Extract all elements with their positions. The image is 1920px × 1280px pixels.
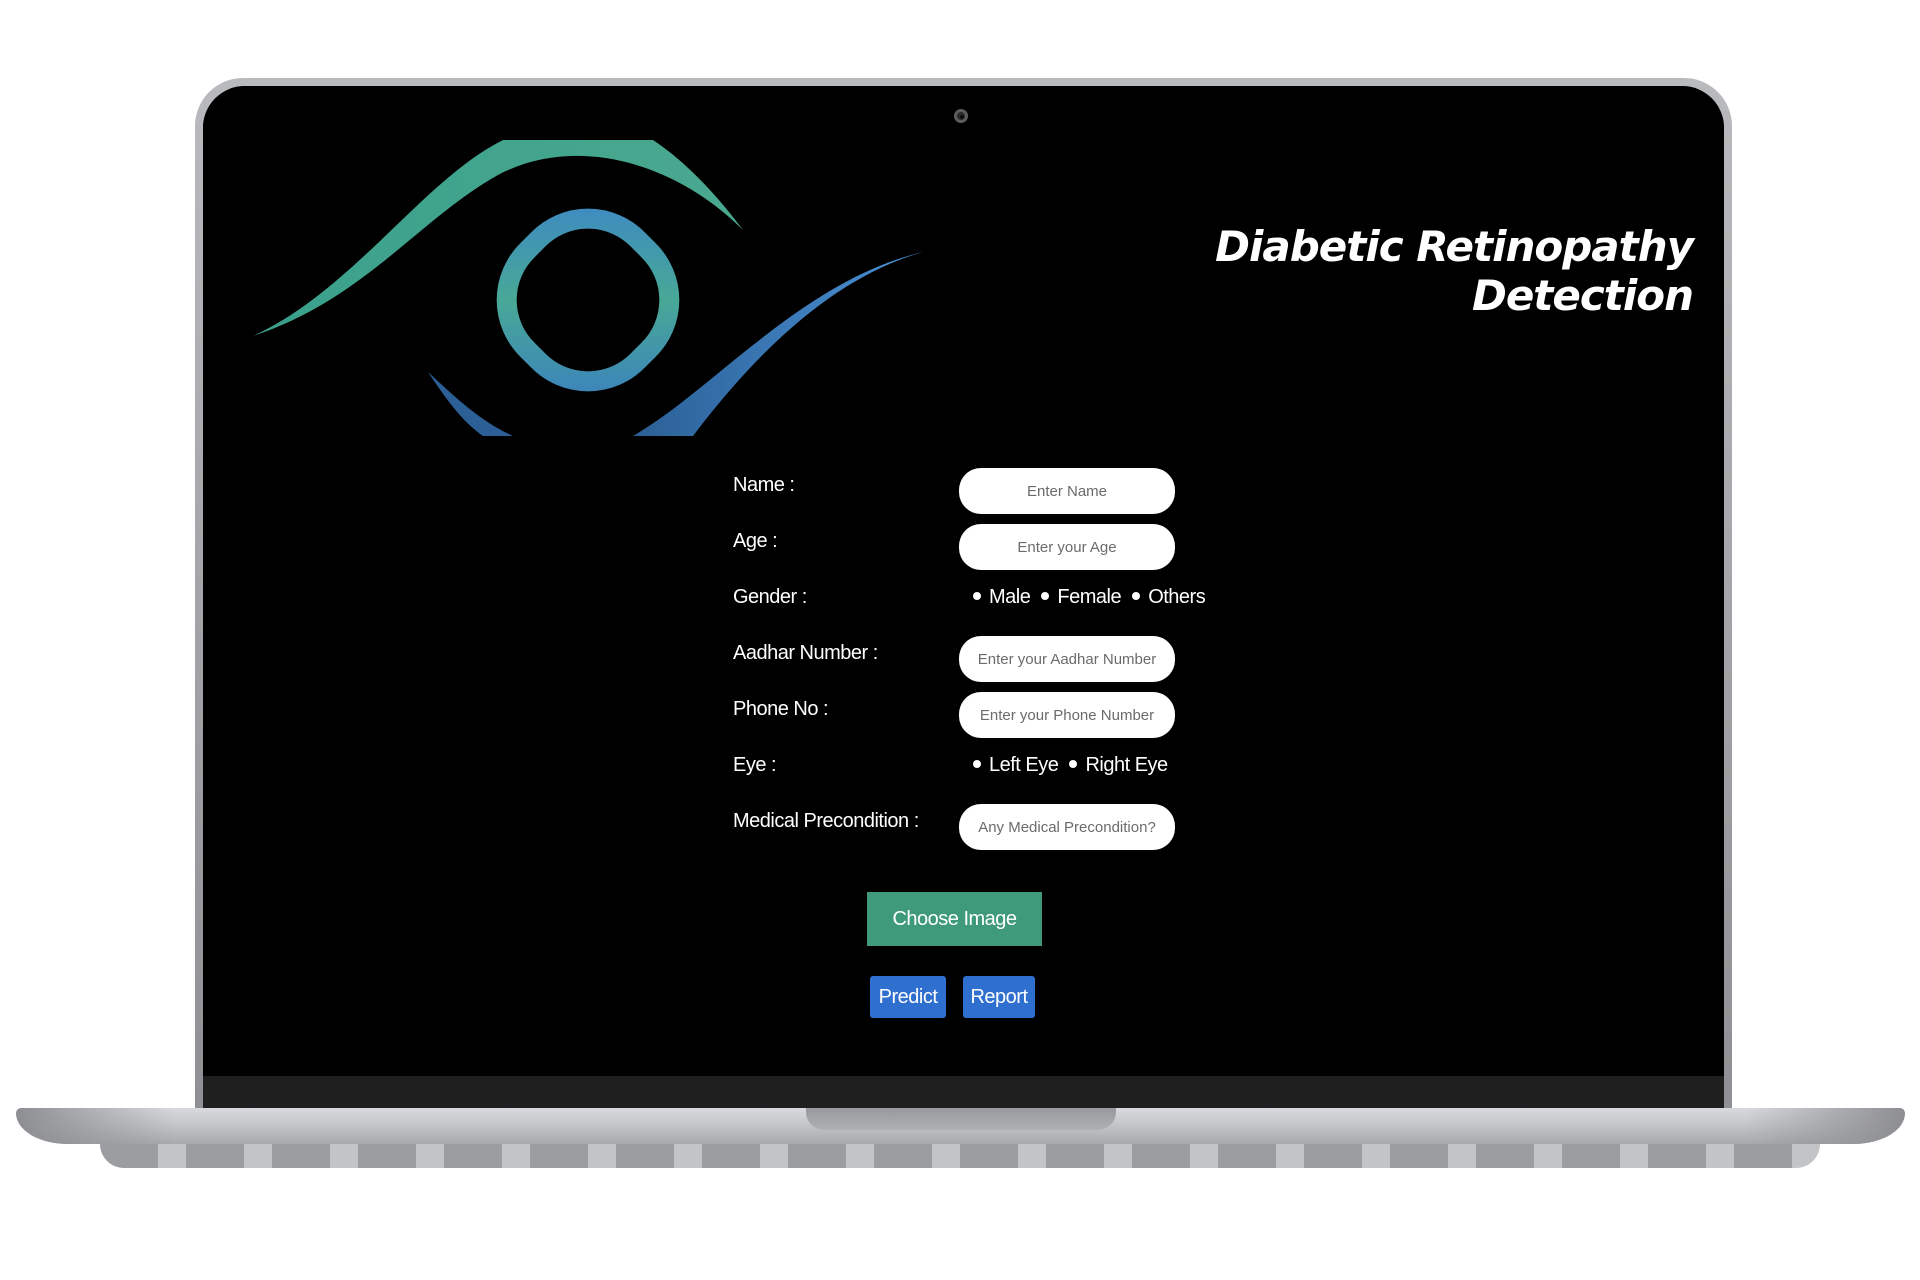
screen: Diabetic Retinopathy Detection Name : Ag… (203, 86, 1724, 1076)
phone-input[interactable] (959, 692, 1175, 738)
gender-option-female[interactable]: Female (1041, 586, 1122, 609)
laptop-mockup: Diabetic Retinopathy Detection Name : Ag… (0, 0, 1920, 1280)
name-input[interactable] (959, 468, 1175, 514)
precondition-row: Medical Precondition : (733, 804, 1233, 858)
eye-row: Eye : Left Eye Right Eye (733, 754, 1233, 802)
precondition-input[interactable] (959, 804, 1175, 850)
page-title: Diabetic Retinopathy Detection (1215, 222, 1694, 320)
radio-bullet-icon (1041, 591, 1050, 600)
aadhar-label: Aadhar Number : (733, 642, 878, 664)
precondition-label: Medical Precondition : (733, 810, 919, 832)
gender-option-male[interactable]: Male (973, 586, 1031, 609)
phone-row: Phone No : (733, 692, 1233, 746)
camera-icon (954, 109, 968, 123)
name-label: Name : (733, 474, 795, 496)
eye-option-right[interactable]: Right Eye (1069, 754, 1168, 777)
laptop-feet (100, 1144, 1820, 1168)
phone-label: Phone No : (733, 698, 829, 720)
radio-bullet-icon (1132, 591, 1141, 600)
screen-bottom-bar (203, 1076, 1724, 1108)
choose-image-button[interactable]: Choose Image (867, 892, 1042, 946)
gender-row: Gender : Male Female Others (733, 586, 1233, 634)
report-button[interactable]: Report (963, 976, 1035, 1018)
radio-bullet-icon (973, 759, 981, 768)
age-row: Age : (733, 524, 1233, 578)
age-label: Age : (733, 530, 778, 552)
laptop-notch (806, 1108, 1116, 1130)
radio-bullet-icon (973, 591, 981, 600)
eye-label: Eye : (733, 754, 777, 776)
radio-bullet-icon (1069, 759, 1078, 768)
gender-label: Gender : (733, 586, 807, 608)
predict-button[interactable]: Predict (870, 976, 946, 1018)
eye-option-left[interactable]: Left Eye (973, 754, 1059, 777)
base-shade-right (1745, 1108, 1905, 1144)
name-row: Name : (733, 468, 1233, 522)
eye-logo-icon (253, 140, 923, 436)
eye-radio-group: Left Eye Right Eye (973, 754, 1174, 777)
aadhar-row: Aadhar Number : (733, 636, 1233, 690)
aadhar-input[interactable] (959, 636, 1175, 682)
gender-radio-group: Male Female Others (973, 586, 1211, 609)
age-input[interactable] (959, 524, 1175, 570)
gender-option-others[interactable]: Others (1132, 586, 1206, 609)
base-shade-left (16, 1108, 176, 1144)
